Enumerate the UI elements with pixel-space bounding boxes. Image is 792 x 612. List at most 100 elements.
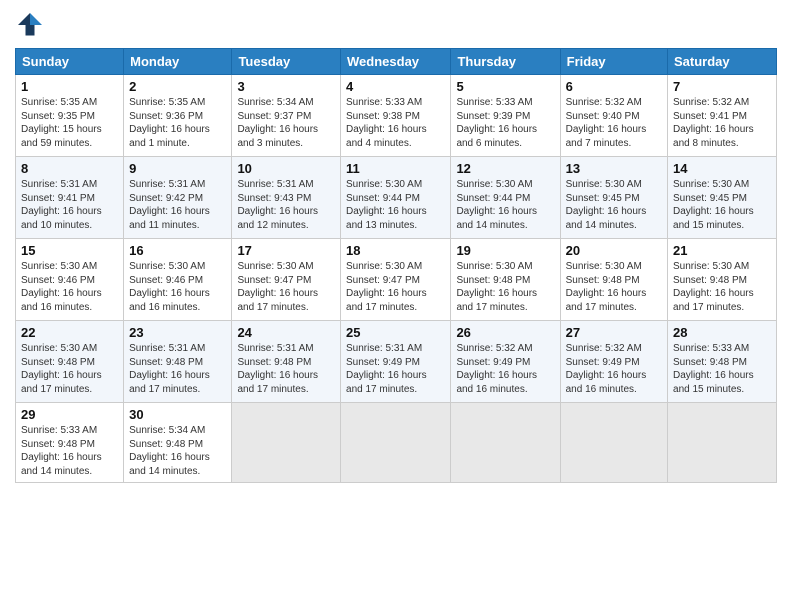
cell-text: Sunrise: 5:30 AMSunset: 9:48 PMDaylight:…	[566, 260, 662, 314]
calendar-week-row: 8Sunrise: 5:31 AMSunset: 9:41 PMDaylight…	[16, 157, 777, 239]
calendar-cell	[341, 403, 451, 483]
calendar-cell: 27 Sunrise: 5:32 AMSunset: 9:49 PMDayligh…	[560, 321, 667, 403]
calendar-cell: 19 Sunrise: 5:30 AMSunset: 9:48 PMDayligh…	[451, 239, 560, 321]
day-number: 29	[21, 407, 118, 422]
calendar-cell: 4 Sunrise: 5:33 AMSunset: 9:38 PMDaylight…	[341, 75, 451, 157]
day-number: 3	[237, 79, 335, 94]
day-number: 20	[566, 243, 662, 258]
calendar-cell: 16 Sunrise: 5:30 AMSunset: 9:46 PMDayligh…	[124, 239, 232, 321]
calendar-week-row: 29 Sunrise: 5:33 AMSunset: 9:48 PMDayligh…	[16, 403, 777, 483]
cell-text: Sunrise: 5:31 AMSunset: 9:48 PMDaylight:…	[129, 342, 226, 396]
calendar-cell: 5Sunrise: 5:33 AMSunset: 9:39 PMDaylight…	[451, 75, 560, 157]
calendar-cell: 2 Sunrise: 5:35 AMSunset: 9:36 PMDaylight…	[124, 75, 232, 157]
cell-text: Sunrise: 5:30 AMSunset: 9:47 PMDaylight:…	[346, 260, 445, 314]
calendar-cell: 30 Sunrise: 5:34 AMSunset: 9:48 PMDayligh…	[124, 403, 232, 483]
calendar-cell: 29 Sunrise: 5:33 AMSunset: 9:48 PMDayligh…	[16, 403, 124, 483]
calendar-header-row: SundayMondayTuesdayWednesdayThursdayFrid…	[16, 49, 777, 75]
calendar-cell: 26Sunrise: 5:32 AMSunset: 9:49 PMDayligh…	[451, 321, 560, 403]
day-number: 27	[566, 325, 662, 340]
cell-text: Sunrise: 5:31 AMSunset: 9:49 PMDaylight:…	[346, 342, 445, 396]
day-header-wednesday: Wednesday	[341, 49, 451, 75]
cell-text: Sunrise: 5:30 AMSunset: 9:46 PMDaylight:…	[129, 260, 226, 314]
calendar-cell: 1Sunrise: 5:35 AMSunset: 9:35 PMDaylight…	[16, 75, 124, 157]
calendar-cell: 13 Sunrise: 5:30 AMSunset: 9:45 PMDayligh…	[560, 157, 667, 239]
day-number: 7	[673, 79, 771, 94]
day-number: 5	[456, 79, 554, 94]
cell-text: Sunrise: 5:33 AMSunset: 9:48 PMDaylight:…	[21, 424, 118, 478]
day-number: 11	[346, 161, 445, 176]
cell-text: Sunrise: 5:30 AMSunset: 9:46 PMDaylight:…	[21, 260, 118, 314]
cell-text: Sunrise: 5:33 AMSunset: 9:48 PMDaylight:…	[673, 342, 771, 396]
calendar-cell	[668, 403, 777, 483]
day-header-tuesday: Tuesday	[232, 49, 341, 75]
calendar-cell	[451, 403, 560, 483]
day-header-thursday: Thursday	[451, 49, 560, 75]
calendar-week-row: 1Sunrise: 5:35 AMSunset: 9:35 PMDaylight…	[16, 75, 777, 157]
cell-text: Sunrise: 5:30 AMSunset: 9:44 PMDaylight:…	[346, 178, 445, 232]
day-number: 21	[673, 243, 771, 258]
calendar-cell: 8Sunrise: 5:31 AMSunset: 9:41 PMDaylight…	[16, 157, 124, 239]
day-number: 24	[237, 325, 335, 340]
calendar-cell: 28Sunrise: 5:33 AMSunset: 9:48 PMDayligh…	[668, 321, 777, 403]
cell-text: Sunrise: 5:35 AMSunset: 9:35 PMDaylight:…	[21, 96, 118, 150]
day-number: 6	[566, 79, 662, 94]
cell-text: Sunrise: 5:32 AMSunset: 9:49 PMDaylight:…	[566, 342, 662, 396]
cell-text: Sunrise: 5:30 AMSunset: 9:48 PMDaylight:…	[21, 342, 118, 396]
cell-text: Sunrise: 5:31 AMSunset: 9:41 PMDaylight:…	[21, 178, 118, 232]
cell-text: Sunrise: 5:30 AMSunset: 9:48 PMDaylight:…	[673, 260, 771, 314]
day-number: 9	[129, 161, 226, 176]
calendar-table: SundayMondayTuesdayWednesdayThursdayFrid…	[15, 48, 777, 483]
day-header-sunday: Sunday	[16, 49, 124, 75]
calendar-cell: 12Sunrise: 5:30 AMSunset: 9:44 PMDayligh…	[451, 157, 560, 239]
logo	[15, 10, 49, 40]
cell-text: Sunrise: 5:35 AMSunset: 9:36 PMDaylight:…	[129, 96, 226, 150]
cell-text: Sunrise: 5:31 AMSunset: 9:42 PMDaylight:…	[129, 178, 226, 232]
day-number: 12	[456, 161, 554, 176]
calendar-cell	[232, 403, 341, 483]
day-number: 30	[129, 407, 226, 422]
cell-text: Sunrise: 5:30 AMSunset: 9:45 PMDaylight:…	[673, 178, 771, 232]
calendar-cell: 20 Sunrise: 5:30 AMSunset: 9:48 PMDayligh…	[560, 239, 667, 321]
day-header-friday: Friday	[560, 49, 667, 75]
day-number: 4	[346, 79, 445, 94]
day-number: 25	[346, 325, 445, 340]
calendar-week-row: 15 Sunrise: 5:30 AMSunset: 9:46 PMDayligh…	[16, 239, 777, 321]
header	[15, 10, 777, 40]
cell-text: Sunrise: 5:31 AMSunset: 9:43 PMDaylight:…	[237, 178, 335, 232]
cell-text: Sunrise: 5:34 AMSunset: 9:37 PMDaylight:…	[237, 96, 335, 150]
day-number: 15	[21, 243, 118, 258]
day-number: 19	[456, 243, 554, 258]
day-number: 2	[129, 79, 226, 94]
calendar-cell: 18 Sunrise: 5:30 AMSunset: 9:47 PMDayligh…	[341, 239, 451, 321]
calendar-cell: 24 Sunrise: 5:31 AMSunset: 9:48 PMDayligh…	[232, 321, 341, 403]
day-number: 13	[566, 161, 662, 176]
day-number: 10	[237, 161, 335, 176]
day-number: 14	[673, 161, 771, 176]
day-number: 16	[129, 243, 226, 258]
cell-text: Sunrise: 5:30 AMSunset: 9:48 PMDaylight:…	[456, 260, 554, 314]
calendar-cell: 17Sunrise: 5:30 AMSunset: 9:47 PMDayligh…	[232, 239, 341, 321]
day-number: 17	[237, 243, 335, 258]
day-number: 18	[346, 243, 445, 258]
cell-text: Sunrise: 5:32 AMSunset: 9:40 PMDaylight:…	[566, 96, 662, 150]
logo-icon	[15, 10, 45, 40]
calendar-cell: 11 Sunrise: 5:30 AMSunset: 9:44 PMDayligh…	[341, 157, 451, 239]
calendar-cell: 14 Sunrise: 5:30 AMSunset: 9:45 PMDayligh…	[668, 157, 777, 239]
calendar-cell: 10 Sunrise: 5:31 AMSunset: 9:43 PMDayligh…	[232, 157, 341, 239]
cell-text: Sunrise: 5:33 AMSunset: 9:38 PMDaylight:…	[346, 96, 445, 150]
cell-text: Sunrise: 5:31 AMSunset: 9:48 PMDaylight:…	[237, 342, 335, 396]
day-number: 22	[21, 325, 118, 340]
calendar-cell: 25 Sunrise: 5:31 AMSunset: 9:49 PMDayligh…	[341, 321, 451, 403]
calendar-cell: 15 Sunrise: 5:30 AMSunset: 9:46 PMDayligh…	[16, 239, 124, 321]
calendar-week-row: 22 Sunrise: 5:30 AMSunset: 9:48 PMDayligh…	[16, 321, 777, 403]
page: SundayMondayTuesdayWednesdayThursdayFrid…	[0, 0, 792, 612]
day-header-monday: Monday	[124, 49, 232, 75]
cell-text: Sunrise: 5:30 AMSunset: 9:45 PMDaylight:…	[566, 178, 662, 232]
calendar-cell: 9 Sunrise: 5:31 AMSunset: 9:42 PMDaylight…	[124, 157, 232, 239]
cell-text: Sunrise: 5:34 AMSunset: 9:48 PMDaylight:…	[129, 424, 226, 478]
calendar-cell	[560, 403, 667, 483]
calendar-cell: 21 Sunrise: 5:30 AMSunset: 9:48 PMDayligh…	[668, 239, 777, 321]
calendar-cell: 6 Sunrise: 5:32 AMSunset: 9:40 PMDaylight…	[560, 75, 667, 157]
calendar-cell: 22 Sunrise: 5:30 AMSunset: 9:48 PMDayligh…	[16, 321, 124, 403]
calendar-cell: 3 Sunrise: 5:34 AMSunset: 9:37 PMDaylight…	[232, 75, 341, 157]
